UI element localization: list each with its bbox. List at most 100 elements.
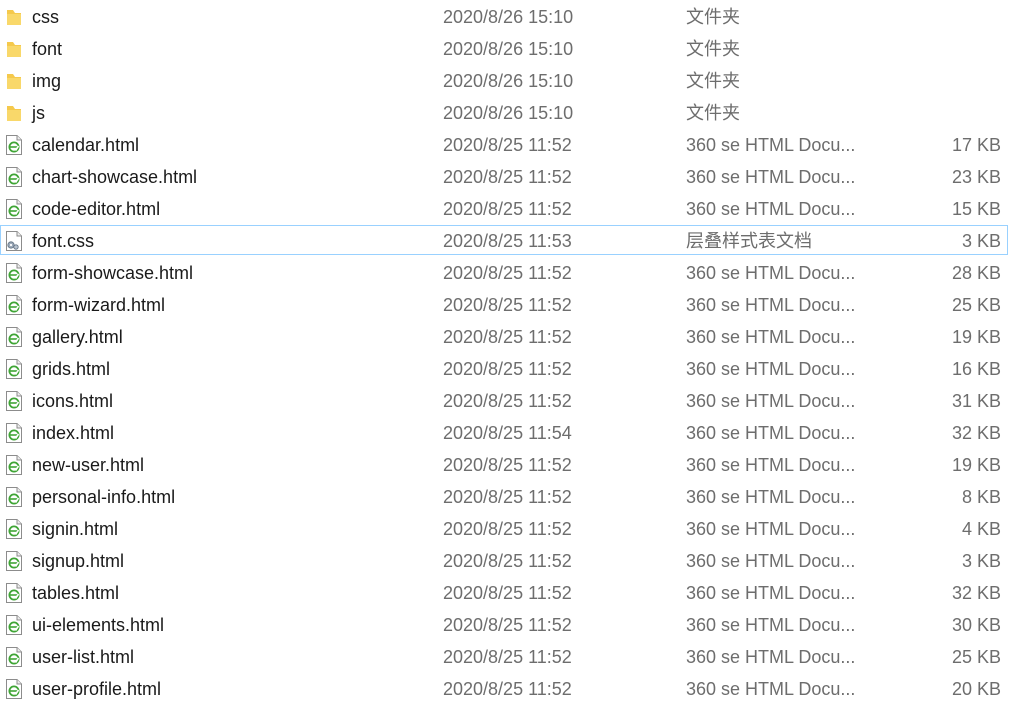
file-date-modified: 2020/8/25 11:52 [443, 199, 572, 219]
file-type: 360 se HTML Docu... [686, 679, 856, 699]
file-date-modified: 2020/8/25 11:54 [443, 423, 572, 443]
file-size: 32 KB [951, 423, 1001, 443]
html-file-icon [4, 134, 24, 156]
file-size: 20 KB [951, 679, 1001, 699]
file-type: 360 se HTML Docu... [686, 327, 856, 347]
html-file-icon [4, 454, 24, 476]
folder-icon [4, 102, 24, 124]
file-row-personal-info-html[interactable]: personal-info.html 2020/8/25 11:52 360 s… [0, 481, 1008, 511]
file-row-new-user-html[interactable]: new-user.html 2020/8/25 11:52 360 se HTM… [0, 449, 1008, 479]
file-date-modified: 2020/8/25 11:52 [443, 615, 572, 635]
html-file-icon [4, 550, 24, 572]
file-date-modified: 2020/8/26 15:10 [443, 71, 574, 91]
file-size: 30 KB [951, 615, 1001, 635]
file-size: 16 KB [951, 359, 1001, 379]
file-name: tables.html [32, 583, 120, 603]
file-row-chart-showcase-html[interactable]: chart-showcase.html 2020/8/25 11:52 360 … [0, 161, 1008, 191]
html-file-icon [4, 678, 24, 700]
file-date-modified: 2020/8/25 11:52 [443, 263, 572, 283]
file-size: 32 KB [951, 583, 1001, 603]
file-date-modified: 2020/8/25 11:52 [443, 295, 572, 315]
html-file-icon [4, 166, 24, 188]
file-row-code-editor-html[interactable]: code-editor.html 2020/8/25 11:52 360 se … [0, 193, 1008, 223]
file-name: font.css [32, 231, 95, 251]
file-size: 28 KB [951, 263, 1001, 283]
file-name: calendar.html [32, 135, 140, 155]
file-row-user-list-html[interactable]: user-list.html 2020/8/25 11:52 360 se HT… [0, 641, 1008, 671]
file-date-modified: 2020/8/26 15:10 [443, 103, 574, 123]
html-file-icon [4, 294, 24, 316]
html-file-icon [4, 326, 24, 348]
file-row-user-profile-html[interactable]: user-profile.html 2020/8/25 11:52 360 se… [0, 673, 1008, 703]
file-type: 文件夹 [686, 71, 740, 91]
file-type: 文件夹 [686, 7, 740, 27]
file-row-ui-elements-html[interactable]: ui-elements.html 2020/8/25 11:52 360 se … [0, 609, 1008, 639]
folder-icon [4, 6, 24, 28]
file-date-modified: 2020/8/25 11:52 [443, 359, 572, 379]
file-row-signup-html[interactable]: signup.html 2020/8/25 11:52 360 se HTML … [0, 545, 1008, 575]
file-row-grids-html[interactable]: grids.html 2020/8/25 11:52 360 se HTML D… [0, 353, 1008, 383]
file-row-tables-html[interactable]: tables.html 2020/8/25 11:52 360 se HTML … [0, 577, 1008, 607]
file-type: 360 se HTML Docu... [686, 487, 856, 507]
file-date-modified: 2020/8/25 11:52 [443, 679, 572, 699]
file-date-modified: 2020/8/25 11:52 [443, 519, 572, 539]
file-size: 19 KB [951, 327, 1001, 347]
file-name: css [32, 7, 59, 27]
file-name: new-user.html [32, 455, 145, 475]
file-name: user-list.html [32, 647, 135, 667]
file-type: 360 se HTML Docu... [686, 199, 856, 219]
file-name: form-showcase.html [32, 263, 194, 283]
file-name: code-editor.html [32, 199, 161, 219]
file-row-img[interactable]: img 2020/8/26 15:10 文件夹 [0, 65, 1008, 95]
file-size: 25 KB [951, 295, 1001, 315]
file-size: 3 KB [961, 551, 1001, 571]
file-size: 3 KB [961, 231, 1001, 251]
file-row-form-showcase-html[interactable]: form-showcase.html 2020/8/25 11:52 360 s… [0, 257, 1008, 287]
file-name: signup.html [32, 551, 125, 571]
file-name: gallery.html [32, 327, 123, 347]
file-row-index-html[interactable]: index.html 2020/8/25 11:54 360 se HTML D… [0, 417, 1008, 447]
html-file-icon [4, 518, 24, 540]
file-type: 360 se HTML Docu... [686, 519, 856, 539]
file-size: 23 KB [951, 167, 1001, 187]
file-list: css 2020/8/26 15:10 文件夹 font 2020/8/26 1… [0, 0, 1010, 709]
file-date-modified: 2020/8/25 11:52 [443, 391, 572, 411]
file-type: 360 se HTML Docu... [686, 263, 856, 283]
html-file-icon [4, 486, 24, 508]
file-type: 360 se HTML Docu... [686, 615, 856, 635]
file-type: 360 se HTML Docu... [686, 423, 856, 443]
file-date-modified: 2020/8/26 15:10 [443, 39, 574, 59]
file-type: 360 se HTML Docu... [686, 455, 856, 475]
html-file-icon [4, 262, 24, 284]
file-row-font[interactable]: font 2020/8/26 15:10 文件夹 [0, 33, 1008, 63]
file-type: 360 se HTML Docu... [686, 583, 856, 603]
file-date-modified: 2020/8/25 11:52 [443, 487, 572, 507]
file-row-font-css[interactable]: font.css 2020/8/25 11:53 层叠样式表文档 3 KB [0, 225, 1008, 255]
file-row-calendar-html[interactable]: calendar.html 2020/8/25 11:52 360 se HTM… [0, 129, 1008, 159]
file-type: 360 se HTML Docu... [686, 135, 856, 155]
html-file-icon [4, 646, 24, 668]
html-file-icon [4, 582, 24, 604]
file-row-js[interactable]: js 2020/8/26 15:10 文件夹 [0, 97, 1008, 127]
file-row-gallery-html[interactable]: gallery.html 2020/8/25 11:52 360 se HTML… [0, 321, 1008, 351]
file-date-modified: 2020/8/25 11:52 [443, 647, 572, 667]
html-file-icon [4, 422, 24, 444]
file-name: signin.html [32, 519, 119, 539]
file-name: personal-info.html [32, 487, 176, 507]
file-date-modified: 2020/8/25 11:52 [443, 583, 572, 603]
file-type: 层叠样式表文档 [686, 231, 812, 251]
css-file-icon [4, 230, 24, 252]
file-row-icons-html[interactable]: icons.html 2020/8/25 11:52 360 se HTML D… [0, 385, 1008, 415]
file-row-css[interactable]: css 2020/8/26 15:10 文件夹 [0, 1, 1008, 31]
file-type: 360 se HTML Docu... [686, 167, 856, 187]
file-name: user-profile.html [32, 679, 162, 699]
file-size: 4 KB [961, 519, 1001, 539]
file-row-signin-html[interactable]: signin.html 2020/8/25 11:52 360 se HTML … [0, 513, 1008, 543]
folder-icon [4, 38, 24, 60]
file-date-modified: 2020/8/25 11:52 [443, 327, 572, 347]
html-file-icon [4, 390, 24, 412]
file-size: 25 KB [951, 647, 1001, 667]
file-date-modified: 2020/8/25 11:52 [443, 455, 572, 475]
file-row-form-wizard-html[interactable]: form-wizard.html 2020/8/25 11:52 360 se … [0, 289, 1008, 319]
file-type: 文件夹 [686, 39, 740, 59]
